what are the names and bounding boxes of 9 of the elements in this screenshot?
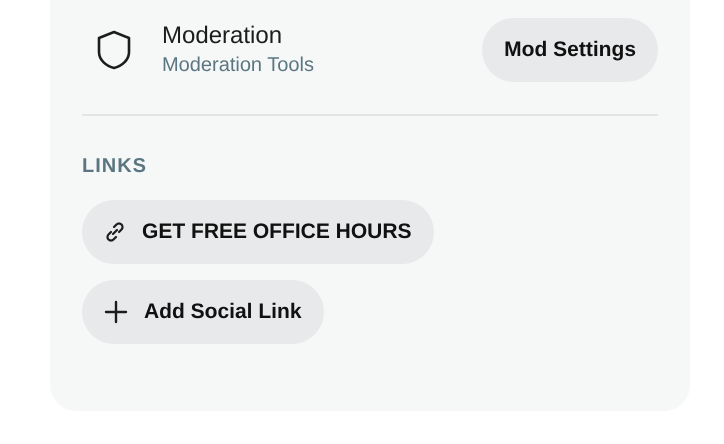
section-title: Moderation [162, 21, 284, 51]
mod-settings-button[interactable]: Mod Settings [482, 18, 658, 82]
section-heading: LINKS [82, 154, 148, 178]
add-link-button[interactable]: Add Social Link [82, 280, 324, 344]
link-button[interactable]: GET FREE OFFICE HOURS [82, 200, 434, 264]
shield-icon [96, 30, 132, 70]
section-subtitle: Moderation Tools [162, 53, 315, 78]
chain-link-icon [104, 221, 126, 243]
plus-icon [104, 300, 128, 324]
